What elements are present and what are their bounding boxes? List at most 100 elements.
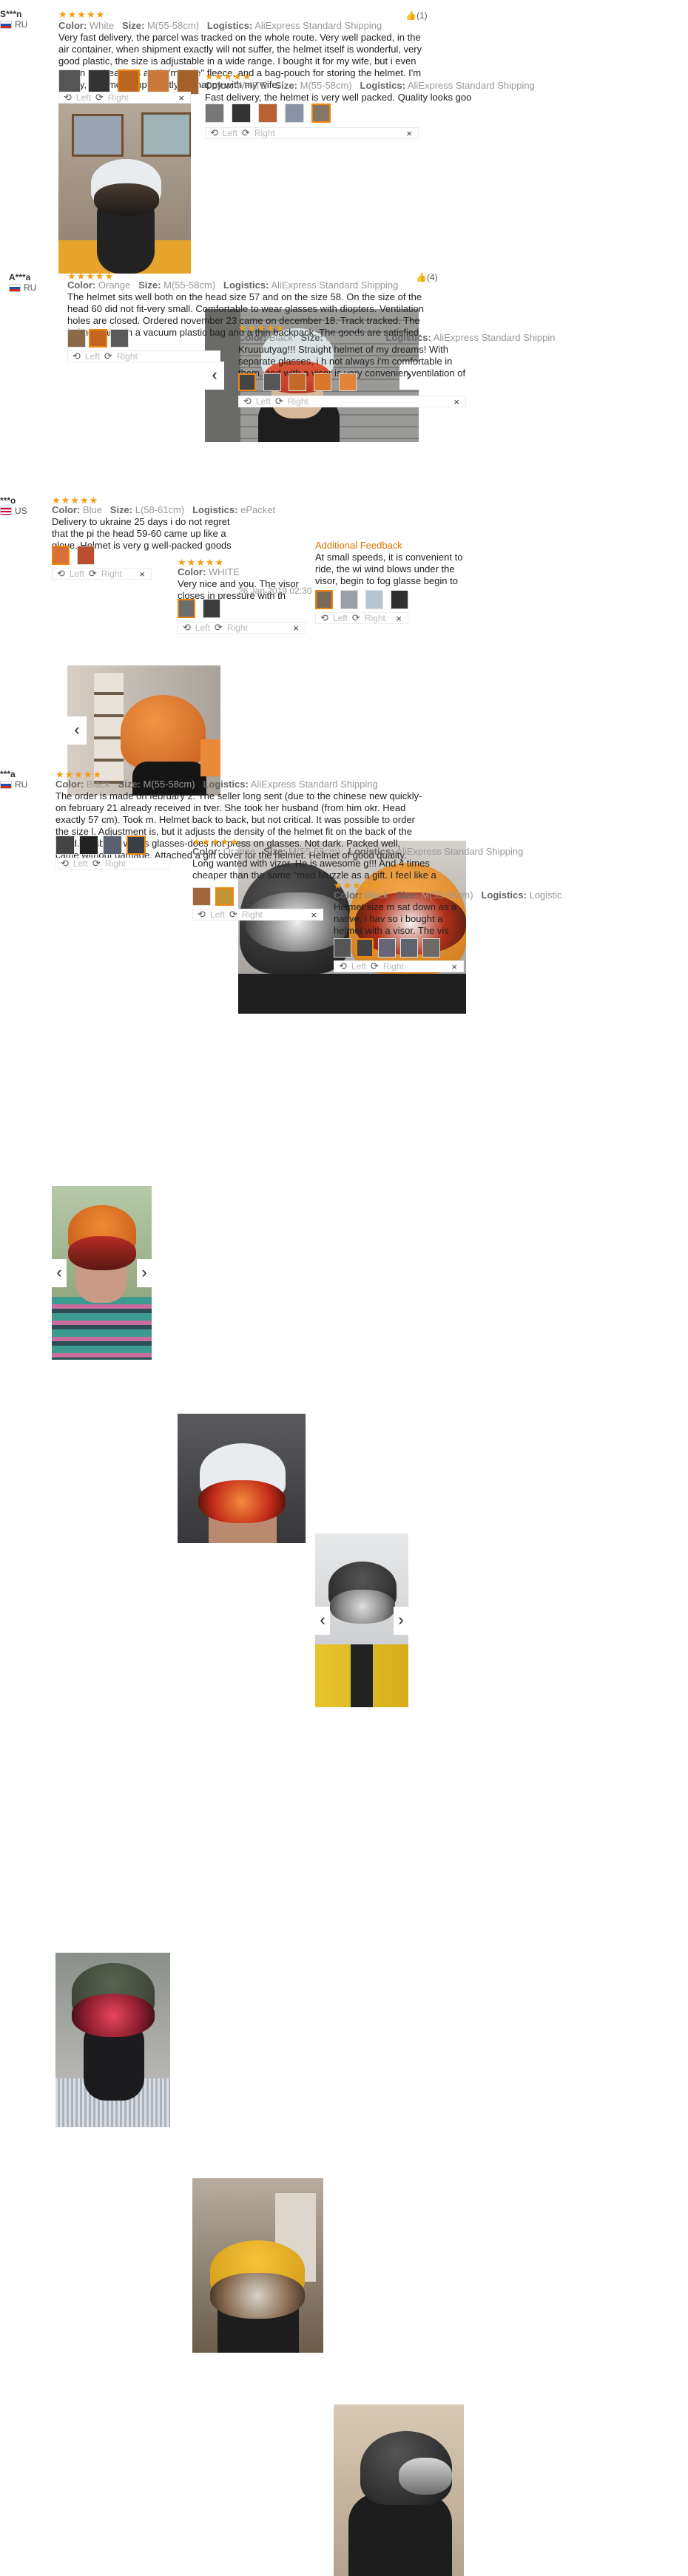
review-photo[interactable] bbox=[192, 2178, 323, 2353]
close-icon[interactable]: × bbox=[139, 569, 145, 580]
thumbnail-selected[interactable] bbox=[118, 70, 140, 95]
rotate-left-label[interactable]: Left bbox=[223, 128, 237, 138]
thumbnail[interactable] bbox=[334, 938, 351, 957]
close-icon[interactable]: × bbox=[311, 909, 317, 921]
thumbnail[interactable] bbox=[147, 70, 169, 95]
thumbnail[interactable] bbox=[203, 599, 220, 618]
thumbnail[interactable] bbox=[67, 329, 86, 348]
rotate-right-label[interactable]: Right bbox=[101, 569, 122, 579]
thumbnail[interactable] bbox=[365, 590, 383, 609]
rotate-right-icon[interactable]: ⟳ bbox=[89, 568, 97, 580]
thumbnail[interactable] bbox=[110, 329, 129, 348]
rotate-right-label[interactable]: Right bbox=[227, 623, 248, 633]
rotate-left-label[interactable]: Left bbox=[76, 92, 91, 103]
thumbnail[interactable] bbox=[58, 70, 81, 95]
rotate-right-icon[interactable]: ⟳ bbox=[104, 350, 112, 362]
prev-image-button[interactable]: ‹ bbox=[205, 362, 224, 390]
rotate-left-icon[interactable]: ⟲ bbox=[57, 568, 65, 580]
rotate-right-label[interactable]: Right bbox=[254, 128, 275, 138]
thumbnail-selected[interactable] bbox=[127, 835, 146, 855]
thumbnail[interactable] bbox=[103, 835, 122, 855]
rotate-left-icon[interactable]: ⟲ bbox=[72, 350, 81, 362]
thumbnail[interactable] bbox=[400, 938, 418, 957]
thumbnail-selected[interactable] bbox=[315, 590, 333, 609]
thumbnail[interactable] bbox=[285, 104, 304, 123]
thumbnail[interactable] bbox=[314, 373, 331, 391]
thumbnail[interactable] bbox=[378, 938, 396, 957]
rotate-right-icon[interactable]: ⟳ bbox=[242, 127, 250, 139]
rotate-right-icon[interactable]: ⟳ bbox=[352, 612, 360, 624]
thumbnail[interactable] bbox=[340, 590, 358, 609]
prev-image-button[interactable]: ‹ bbox=[315, 1606, 330, 1635]
review-photo[interactable]: ‹ › bbox=[315, 1533, 408, 1707]
thumbnail[interactable] bbox=[88, 70, 110, 95]
thumbnail[interactable] bbox=[391, 590, 408, 609]
rotate-left-icon[interactable]: ⟲ bbox=[210, 127, 218, 139]
prev-image-button[interactable]: ‹ bbox=[67, 716, 87, 745]
thumbnail-selected[interactable] bbox=[178, 599, 195, 618]
review-photo[interactable] bbox=[58, 104, 191, 274]
review-photo[interactable] bbox=[55, 1953, 170, 2127]
thumbnail[interactable] bbox=[177, 70, 199, 95]
review-photo[interactable] bbox=[334, 2404, 464, 2576]
rotate-left-icon[interactable]: ⟲ bbox=[243, 396, 252, 407]
rotate-right-label[interactable]: Right bbox=[117, 351, 138, 362]
rotate-left-label[interactable]: Left bbox=[73, 858, 88, 869]
rotate-right-icon[interactable]: ⟳ bbox=[275, 396, 283, 407]
prev-image-button[interactable]: ‹ bbox=[52, 1258, 67, 1287]
rotate-left-label[interactable]: Left bbox=[333, 613, 348, 623]
rotate-right-icon[interactable]: ⟳ bbox=[229, 909, 237, 921]
next-image-button[interactable]: › bbox=[137, 1258, 152, 1287]
thumbnail[interactable] bbox=[79, 835, 98, 855]
rotate-right-label[interactable]: Right bbox=[365, 613, 385, 623]
rotate-left-icon[interactable]: ⟲ bbox=[64, 92, 72, 104]
thumbnail[interactable] bbox=[289, 373, 306, 391]
rotate-left-icon[interactable]: ⟲ bbox=[61, 858, 69, 870]
thumbnail[interactable] bbox=[192, 887, 211, 906]
thumbnail[interactable] bbox=[258, 104, 277, 123]
rotate-left-icon[interactable]: ⟲ bbox=[339, 960, 347, 972]
thumbnail-selected[interactable] bbox=[238, 373, 256, 391]
helpful-button[interactable]: 👍(1) bbox=[405, 10, 428, 21]
thumbnail[interactable] bbox=[232, 104, 251, 123]
thumbnail[interactable] bbox=[422, 938, 440, 957]
thumbnail[interactable] bbox=[55, 835, 75, 855]
thumbnail-selected[interactable] bbox=[89, 329, 107, 348]
rotate-right-label[interactable]: Right bbox=[105, 858, 126, 869]
rotate-right-label[interactable]: Right bbox=[108, 92, 129, 103]
rotate-left-icon[interactable]: ⟲ bbox=[198, 909, 206, 921]
rotate-left-icon[interactable]: ⟲ bbox=[183, 622, 191, 634]
rotate-right-icon[interactable]: ⟳ bbox=[371, 960, 379, 972]
thumbnail[interactable] bbox=[263, 373, 281, 391]
review-photo[interactable]: ‹ › bbox=[52, 1186, 152, 1360]
close-icon[interactable]: × bbox=[293, 623, 299, 634]
thumbnail-selected[interactable] bbox=[215, 887, 234, 906]
close-icon[interactable]: × bbox=[453, 396, 459, 407]
close-icon[interactable]: × bbox=[178, 92, 184, 104]
close-icon[interactable]: × bbox=[406, 128, 412, 139]
helpful-button[interactable]: 👍(4) bbox=[416, 272, 438, 282]
rotate-left-icon[interactable]: ⟲ bbox=[320, 612, 328, 624]
rotate-left-label[interactable]: Left bbox=[195, 623, 210, 633]
rotate-left-label[interactable]: Left bbox=[70, 569, 84, 579]
rotate-right-label[interactable]: Right bbox=[242, 909, 263, 920]
rotate-right-icon[interactable]: ⟳ bbox=[92, 858, 101, 870]
rotate-right-label[interactable]: Right bbox=[383, 961, 404, 972]
thumbnail-selected[interactable] bbox=[52, 546, 70, 565]
review-photo[interactable] bbox=[178, 1414, 306, 1543]
rotate-left-label[interactable]: Left bbox=[210, 909, 225, 920]
rotate-left-label[interactable]: Left bbox=[351, 961, 366, 972]
thumbnail-selected[interactable] bbox=[356, 938, 374, 957]
rotate-right-label[interactable]: Right bbox=[288, 396, 308, 407]
thumbnail[interactable] bbox=[77, 546, 95, 565]
thumbnail-selected[interactable] bbox=[311, 104, 331, 123]
rotate-right-icon[interactable]: ⟳ bbox=[215, 622, 223, 634]
rotate-left-label[interactable]: Left bbox=[85, 351, 100, 362]
thumbnail[interactable] bbox=[339, 373, 357, 391]
rotate-right-icon[interactable]: ⟳ bbox=[95, 92, 104, 104]
rotate-left-label[interactable]: Left bbox=[256, 396, 271, 407]
close-icon[interactable]: × bbox=[396, 613, 402, 624]
next-image-button[interactable]: › bbox=[394, 1606, 408, 1635]
close-icon[interactable]: × bbox=[451, 961, 457, 972]
thumbnail[interactable] bbox=[205, 104, 224, 123]
